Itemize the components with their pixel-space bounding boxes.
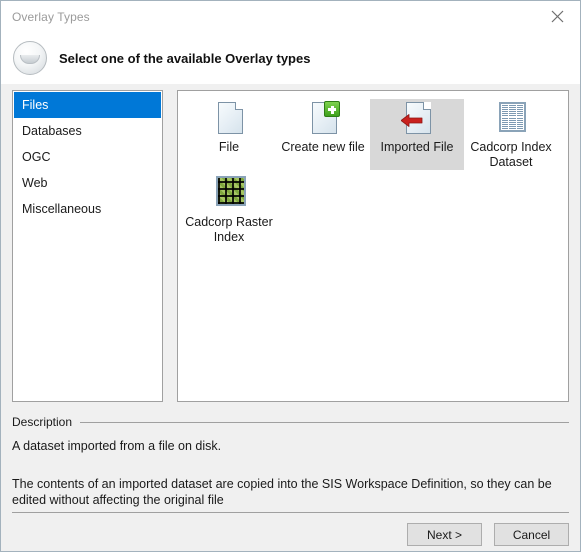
- header-title: Select one of the available Overlay type…: [59, 50, 311, 66]
- document-add-icon: [306, 101, 340, 137]
- category-item-miscellaneous[interactable]: Miscellaneous: [14, 196, 161, 222]
- description-header: Description: [12, 414, 569, 430]
- next-button[interactable]: Next >: [407, 523, 482, 546]
- description-divider: [80, 421, 569, 423]
- document-icon: [212, 101, 246, 137]
- category-list[interactable]: Files Databases OGC Web Miscellaneous: [12, 90, 163, 402]
- category-item-web[interactable]: Web: [14, 170, 161, 196]
- overlay-type-label: Imported File: [380, 140, 454, 154]
- overlay-type-label: Cadcorp Index Dataset: [470, 140, 552, 169]
- category-item-ogc[interactable]: OGC: [14, 144, 161, 170]
- overlay-type-create-new-file[interactable]: Create new file: [276, 99, 370, 170]
- overlay-sphere-icon: [13, 41, 47, 75]
- table-grid-icon: [494, 101, 528, 137]
- selection-panes: Files Databases OGC Web Miscellaneous Fi…: [12, 90, 569, 402]
- close-icon: [551, 10, 564, 23]
- dialog-body: Files Databases OGC Web Miscellaneous Fi…: [1, 84, 580, 507]
- document-import-icon: [400, 101, 434, 137]
- overlay-type-imported-file[interactable]: Imported File: [370, 99, 464, 170]
- overlay-type-cadcorp-index-dataset[interactable]: Cadcorp Index Dataset: [464, 99, 558, 170]
- overlay-type-file[interactable]: File: [182, 99, 276, 170]
- overlay-type-label: Create new file: [281, 140, 365, 154]
- overlay-type-label: File: [218, 140, 240, 154]
- raster-grid-icon: [212, 176, 246, 212]
- description-title: Description: [12, 415, 73, 429]
- category-item-databases[interactable]: Databases: [14, 118, 161, 144]
- overlay-types-dialog: Overlay Types Select one of the availabl…: [0, 0, 581, 552]
- overlay-type-label: Cadcorp Raster Index: [185, 215, 273, 244]
- close-button[interactable]: [535, 1, 580, 32]
- dialog-header: Select one of the available Overlay type…: [1, 32, 580, 84]
- description-paragraph-1: A dataset imported from a file on disk.: [12, 439, 222, 453]
- red-left-arrow-icon: [401, 114, 423, 127]
- cancel-button[interactable]: Cancel: [494, 523, 569, 546]
- category-item-files[interactable]: Files: [14, 92, 161, 118]
- footer-divider: [12, 512, 569, 513]
- title-bar: Overlay Types: [1, 1, 580, 32]
- overlay-type-panel[interactable]: File Create new file Imported File Cadco…: [177, 90, 569, 402]
- window-title: Overlay Types: [12, 9, 90, 24]
- dialog-footer: Next > Cancel: [1, 493, 580, 551]
- overlay-type-grid: File Create new file Imported File Cadco…: [182, 97, 564, 247]
- footer-button-row: Next > Cancel: [407, 523, 569, 546]
- overlay-type-cadcorp-raster-index[interactable]: Cadcorp Raster Index: [182, 174, 276, 245]
